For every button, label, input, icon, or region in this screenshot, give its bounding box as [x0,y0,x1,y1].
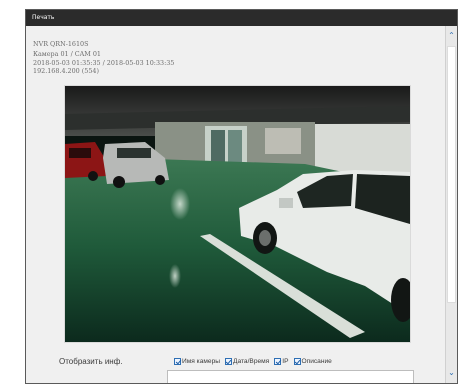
checkbox-date-time-label: Дата/Время [232,358,270,365]
display-info-checkboxes: Имя камеры Дата/Время IP Описание [174,358,332,365]
camera-ip: 192.168.4.200 (554) [33,67,99,76]
checkbox-icon[interactable] [274,358,282,365]
checkbox-description[interactable]: Описание [293,358,332,365]
checkbox-icon[interactable] [224,358,232,365]
checkbox-icon[interactable] [293,358,301,365]
chevron-up-icon[interactable]: ⌃ [446,30,457,42]
camera-info: NVR QRN-1610S Камера 01 / CAM 01 2018-05… [33,40,174,76]
checkbox-camera-name[interactable]: Имя камеры [174,358,220,365]
nvr-model: NVR QRN-1610S [33,40,89,48]
scrollbar-thumb[interactable] [447,46,456,303]
checkbox-date-time[interactable]: Дата/Время [224,358,270,365]
checkbox-ip-label: IP [282,358,289,365]
parking-garage-image [65,86,410,342]
dialog-content: NVR QRN-1610S Камера 01 / CAM 01 2018-05… [26,26,445,383]
chevron-down-icon[interactable]: ⌄ [446,367,457,379]
window-title: Печать [26,10,457,26]
checkbox-ip[interactable]: IP [274,358,289,365]
checkbox-icon[interactable] [174,358,181,365]
checkbox-description-label: Описание [301,358,332,365]
vertical-scrollbar[interactable]: ⌃ ⌄ [445,26,457,383]
camera-snapshot [64,85,411,343]
print-dialog: Печать NVR QRN-1610S Камера 01 / CAM 01 … [25,9,458,384]
camera-name: Камера 01 / CAM 01 [33,50,102,59]
display-info-label: Отобразить инф. [59,357,123,366]
time-range: 2018-05-03 01:35:35 / 2018-05-03 10:33:3… [33,58,175,67]
description-textarea[interactable] [167,370,414,383]
checkbox-camera-name-label: Имя камеры [182,358,220,365]
